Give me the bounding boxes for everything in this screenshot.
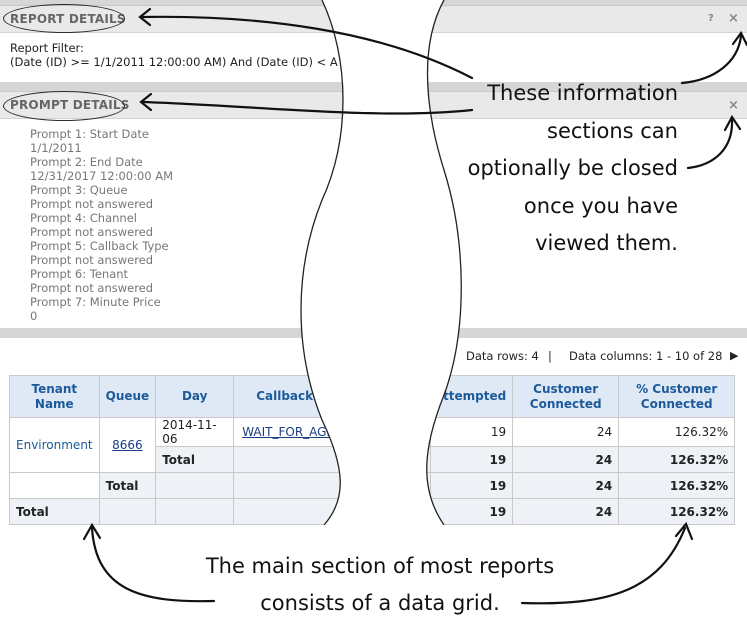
arrow-to-report-close	[680, 34, 743, 85]
arrow-to-report-details	[140, 15, 474, 80]
callout-line: consists of a data grid.	[260, 591, 500, 615]
callout-close-sections: These information sections can optionall…	[420, 75, 678, 263]
callout-line: viewed them.	[535, 231, 678, 255]
callout-line: once you have	[523, 193, 678, 218]
callout-data-grid: The main section of most reports consist…	[150, 548, 610, 622]
callout-line: optionally be closed	[467, 156, 678, 180]
callout-line: sections can	[547, 118, 678, 143]
callout-line: These information	[487, 81, 678, 105]
report-screenshot: REPORT DETAILS ? × Report Filter: (Date …	[0, 0, 747, 630]
callout-line: The main section of most reports	[205, 554, 555, 578]
